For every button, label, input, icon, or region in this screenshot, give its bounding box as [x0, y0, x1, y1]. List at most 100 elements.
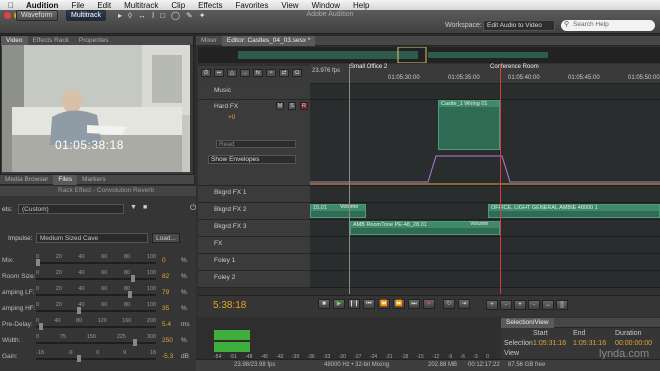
menu-effects[interactable]: Effects — [198, 1, 222, 10]
menu-favorites[interactable]: Favorites — [235, 1, 268, 10]
app-menu[interactable]: Audition — [26, 1, 58, 10]
menu-edit[interactable]: Edit — [97, 1, 111, 10]
eq-icon[interactable]: ≈ — [266, 69, 276, 77]
close-window-icon[interactable] — [4, 12, 11, 19]
brush-tool-icon[interactable]: ✎ — [186, 11, 193, 20]
menu-window[interactable]: Window — [312, 1, 340, 10]
volume-envelope[interactable] — [310, 152, 660, 186]
lane-bkgrd-fx-2[interactable]: 15.01 Volume OFFICE, LIGHT GENERAL AMBIE… — [310, 203, 660, 220]
playhead[interactable] — [500, 64, 501, 294]
mute-button[interactable]: M — [276, 102, 284, 110]
track-hard-fx[interactable]: Hard FX M S R +0 Read Show Envelopes — [198, 100, 310, 186]
slip-tool-icon[interactable]: ↔ — [138, 11, 146, 20]
param-value[interactable]: 35 — [162, 305, 169, 312]
delete-preset-icon[interactable]: ■ — [143, 204, 147, 211]
track-bkgrd-fx-1[interactable]: Bkgrd FX 1 — [198, 186, 310, 203]
lane-music[interactable] — [310, 84, 660, 100]
tab-media-browser[interactable]: Media Browser — [0, 175, 53, 185]
waveform-button[interactable]: Waveform — [16, 10, 58, 21]
timecode-icon[interactable]: ⏱ — [201, 69, 211, 77]
show-envelopes-dropdown[interactable]: Show Envelopes — [208, 155, 296, 164]
go-to-end-button[interactable]: ⏭ — [408, 299, 420, 309]
selection-end[interactable]: 1:05:31:16 — [573, 340, 606, 347]
menu-multitrack[interactable]: Multitrack — [124, 1, 158, 10]
lane-foley-1[interactable] — [310, 254, 660, 271]
rewind-button[interactable]: ⏪ — [378, 299, 390, 309]
stop-button[interactable]: ■ — [318, 299, 330, 309]
record-arm-button[interactable]: R — [300, 102, 308, 110]
slider-knob[interactable] — [76, 355, 81, 362]
apple-menu-icon[interactable]:  — [8, 1, 14, 10]
param-value[interactable]: 79 — [162, 289, 169, 296]
multitrack-button[interactable]: Multitrack — [66, 10, 106, 21]
param-slider[interactable] — [36, 259, 156, 266]
tab-effects-rack[interactable]: Effects Rack — [28, 36, 74, 46]
slider-knob[interactable] — [39, 323, 44, 330]
param-slider[interactable] — [36, 307, 156, 314]
param-value[interactable]: 0 — [162, 257, 166, 264]
play-button[interactable]: ▶ — [333, 299, 345, 309]
param-slider[interactable] — [36, 323, 156, 330]
slider-knob[interactable] — [76, 307, 81, 314]
fast-forward-button[interactable]: ⏩ — [393, 299, 405, 309]
slider-knob[interactable] — [132, 339, 137, 346]
menu-clip[interactable]: Clip — [171, 1, 185, 10]
param-slider[interactable] — [36, 291, 156, 298]
send-icon[interactable]: → — [240, 69, 250, 77]
lane-bkgrd-fx-3[interactable]: AMB RoomTone PE-48_28.01 Volume — [310, 220, 660, 237]
zoom-out-amplitude-icon[interactable]: - — [500, 300, 512, 310]
slider-knob[interactable] — [127, 291, 132, 298]
audio-clip[interactable]: Castle_1 Wiring 01 — [438, 100, 500, 150]
time-selection-tool-icon[interactable]: I — [152, 11, 154, 20]
save-preset-icon[interactable]: ▼ — [130, 204, 137, 211]
effects-icon[interactable]: fx — [253, 69, 263, 77]
lasso-tool-icon[interactable]: ◯ — [171, 11, 180, 20]
param-slider[interactable] — [36, 275, 156, 282]
menu-file[interactable]: File — [71, 1, 84, 10]
go-to-start-button[interactable]: ⏮ — [363, 299, 375, 309]
tab-mixer[interactable]: Mixer — [196, 36, 222, 46]
param-slider[interactable] — [36, 355, 156, 362]
volume-value[interactable]: +0 — [228, 114, 235, 121]
param-slider[interactable] — [36, 339, 156, 346]
pause-button[interactable]: ❙❙ — [348, 299, 360, 309]
tab-video[interactable]: Video — [1, 35, 28, 46]
loop-button[interactable]: ↻ — [443, 299, 455, 309]
marker-small-office[interactable]: Small Office 2 — [350, 64, 387, 70]
razor-tool-icon[interactable]: ◊ — [128, 11, 132, 20]
zoom-in-amplitude-icon[interactable]: + — [486, 300, 498, 310]
menu-view[interactable]: View — [281, 1, 298, 10]
zoom-out-time-icon[interactable]: - — [528, 300, 540, 310]
automation-mode-dropdown[interactable]: Read — [216, 140, 296, 148]
tab-markers[interactable]: Markers — [77, 175, 110, 185]
snap-icon[interactable]: ↭ — [214, 69, 224, 77]
tab-selection-view[interactable]: Selection/View — [501, 317, 554, 328]
metronome-icon[interactable]: △ — [227, 69, 237, 77]
record-button[interactable]: ● — [423, 299, 435, 309]
param-value[interactable]: 82 — [162, 273, 169, 280]
workspace-dropdown[interactable]: Edit Audio to Video — [483, 20, 555, 31]
input-icon[interactable]: ⇄ — [279, 69, 289, 77]
menu-help[interactable]: Help — [353, 1, 369, 10]
zoom-selection-icon[interactable]: [] — [556, 300, 568, 310]
load-button[interactable]: Load... — [152, 233, 180, 243]
spot-heal-tool-icon[interactable]: ✦ — [199, 11, 206, 20]
time-ruler[interactable]: 23.976 fps Small Office 2 Conference Roo… — [310, 64, 660, 84]
selection-start[interactable]: 1:05:31:16 — [533, 340, 566, 347]
solo-button[interactable]: S — [288, 102, 296, 110]
impulse-dropdown[interactable]: Medium Sized Cave — [36, 233, 148, 243]
current-timecode[interactable]: 5:38:18 — [213, 300, 246, 311]
param-value[interactable]: 250 — [162, 337, 173, 344]
lane-hard-fx[interactable]: Castle_1 Wiring 01 — [310, 100, 660, 186]
selection-duration[interactable]: 00:00:00:00 — [615, 340, 652, 347]
skip-button[interactable]: ⇥ — [458, 299, 470, 309]
zoom-full-icon[interactable]: ↔ — [542, 300, 554, 310]
slider-knob[interactable] — [36, 259, 40, 266]
track-music[interactable]: Music — [198, 84, 310, 100]
headphone-icon[interactable]: Ω — [292, 69, 302, 77]
track-foley-2[interactable]: Foley 2 — [198, 271, 310, 288]
track-bkgrd-fx-2[interactable]: Bkgrd FX 2 — [198, 203, 310, 220]
param-value[interactable]: 5.4 — [162, 321, 171, 328]
param-value[interactable]: -5.3 — [162, 353, 173, 360]
search-help-input[interactable]: ⚲ Search Help — [561, 20, 655, 31]
